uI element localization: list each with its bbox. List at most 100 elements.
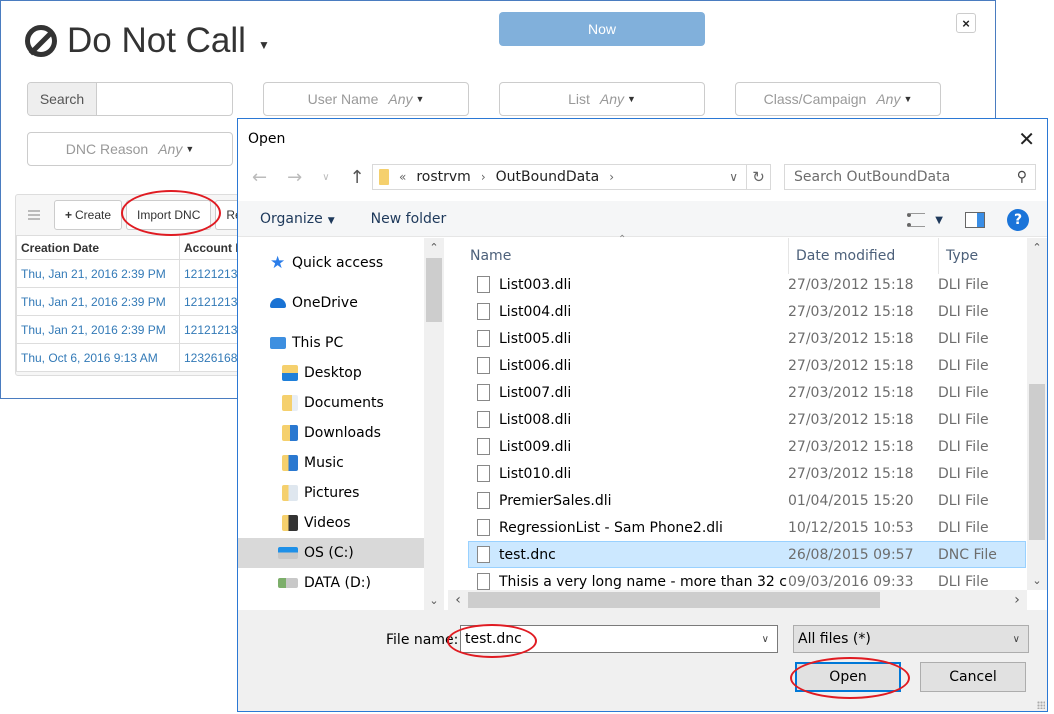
recent-locations-icon[interactable]: ∨ — [322, 172, 329, 183]
pictures-folder-icon — [282, 485, 298, 501]
column-header-name[interactable]: Name — [470, 248, 511, 264]
file-type-select[interactable]: All files (*) ∨ — [793, 625, 1029, 653]
file-row[interactable]: RegressionList - Sam Phone2.dli 10/12/201… — [468, 514, 1026, 541]
breadcrumb-outbounddata[interactable]: OutBoundData — [496, 169, 600, 185]
nav-item-this-pc[interactable]: This PC — [238, 328, 424, 358]
file-name-input[interactable]: test.dnc ∨ — [460, 625, 778, 653]
nav-item-documents[interactable]: Documents — [238, 388, 424, 418]
file-list-horizontal-scrollbar[interactable]: ‹ › — [448, 590, 1027, 610]
chevron-down-icon[interactable]: ∨ — [721, 170, 746, 184]
chevron-down-icon: ▼ — [257, 38, 270, 52]
breadcrumb-rostrvm[interactable]: rostrvm — [416, 169, 470, 185]
file-name: List003.dli — [499, 276, 572, 293]
table-row[interactable]: Thu, Oct 6, 2016 9:13 AM 12326168 — [16, 343, 254, 372]
file-row[interactable]: List006.dli 27/03/2012 15:18 DLI File — [468, 352, 1026, 379]
nav-item-videos[interactable]: Videos — [238, 508, 424, 538]
nav-item-data-d[interactable]: DATA (D:) — [238, 568, 424, 598]
details-view-icon[interactable] — [907, 213, 926, 227]
navigation-pane: ★ Quick access OneDrive This PC Desktop D… — [238, 238, 444, 610]
column-header-date-modified[interactable]: Date modified — [796, 248, 895, 264]
address-bar[interactable]: « rostrvm › OutBoundData › ∨ ↻ — [372, 164, 771, 190]
scroll-left-icon[interactable]: ‹ — [448, 592, 468, 608]
view-controls: ▼ ? — [907, 209, 1029, 231]
close-icon[interactable]: × — [956, 13, 976, 33]
nav-item-quick-access[interactable]: ★ Quick access — [238, 248, 424, 278]
help-icon[interactable]: ? — [1007, 209, 1029, 231]
chevron-down-icon[interactable]: ∨ — [762, 634, 769, 645]
scrollbar-thumb[interactable] — [426, 258, 442, 322]
scroll-up-icon[interactable]: ⌃ — [1027, 241, 1047, 254]
file-row[interactable]: List004.dli 27/03/2012 15:18 DLI File — [468, 298, 1026, 325]
file-icon — [477, 384, 490, 401]
chevron-right-icon[interactable]: › — [481, 170, 486, 184]
file-row[interactable]: List009.dli 27/03/2012 15:18 DLI File — [468, 433, 1026, 460]
nav-item-music[interactable]: Music — [238, 448, 424, 478]
file-icon — [477, 303, 490, 320]
import-dnc-button[interactable]: Import DNC — [126, 200, 212, 230]
search-input[interactable] — [97, 83, 232, 115]
close-icon[interactable]: ✕ — [1018, 127, 1035, 151]
caret-down-icon[interactable]: ▼ — [935, 215, 943, 226]
column-divider — [938, 238, 939, 274]
filter-user-name[interactable]: User Name Any ▼ — [263, 82, 469, 116]
file-row[interactable]: List005.dli 27/03/2012 15:18 DLI File — [468, 325, 1026, 352]
open-button[interactable]: Open — [795, 662, 901, 692]
forward-arrow-icon[interactable]: → — [287, 167, 302, 188]
cell-creation-date[interactable]: Thu, Jan 21, 2016 2:39 PM — [16, 287, 180, 316]
cloud-icon — [270, 298, 286, 308]
refresh-icon[interactable]: ↻ — [746, 165, 770, 189]
table-row[interactable]: Thu, Jan 21, 2016 2:39 PM 12121213 — [16, 315, 254, 344]
organize-button[interactable]: Organize ▼ — [260, 211, 335, 227]
scroll-up-icon[interactable]: ⌃ — [424, 241, 444, 254]
create-button[interactable]: + Create — [54, 200, 123, 230]
file-row[interactable]: test.dnc 26/08/2015 09:57 DNC File — [468, 541, 1026, 568]
file-row[interactable]: List008.dli 27/03/2012 15:18 DLI File — [468, 406, 1026, 433]
filter-dnc-reason[interactable]: DNC Reason Any ▼ — [27, 132, 233, 166]
column-header-type[interactable]: Type — [946, 248, 978, 264]
nav-item-pictures[interactable]: Pictures — [238, 478, 424, 508]
page-title[interactable]: Do Not Call ▼ — [25, 21, 270, 61]
file-row[interactable]: PremierSales.dli 01/04/2015 15:20 DLI File — [468, 487, 1026, 514]
file-row[interactable]: List007.dli 27/03/2012 15:18 DLI File — [468, 379, 1026, 406]
file-icon — [477, 411, 490, 428]
scroll-down-icon[interactable]: ⌄ — [1027, 574, 1047, 587]
filter-class-campaign[interactable]: Class/Campaign Any ▼ — [735, 82, 941, 116]
file-type: DLI File — [938, 357, 989, 374]
table-row[interactable]: Thu, Jan 21, 2016 2:39 PM 12121213 — [16, 287, 254, 316]
table-row[interactable]: Thu, Jan 21, 2016 2:39 PM 12121213 — [16, 259, 254, 288]
breadcrumb-overflow[interactable]: « — [399, 170, 406, 184]
cell-creation-date[interactable]: Thu, Jan 21, 2016 2:39 PM — [16, 259, 180, 288]
file-icon — [477, 276, 490, 293]
search-input[interactable]: Search OutBoundData ⚲ — [784, 164, 1036, 190]
chevron-right-icon[interactable]: › — [609, 170, 614, 184]
new-folder-button[interactable]: New folder — [371, 211, 447, 227]
resize-grip[interactable] — [1037, 701, 1045, 709]
nav-item-onedrive[interactable]: OneDrive — [238, 288, 424, 318]
now-button[interactable]: Now — [499, 12, 705, 46]
file-type: DLI File — [938, 303, 989, 320]
nav-item-os-c[interactable]: OS (C:) — [238, 538, 424, 568]
up-arrow-icon[interactable]: ↑ — [350, 167, 365, 188]
column-header-creation-date[interactable]: Creation Date — [16, 235, 180, 260]
file-date-modified: 27/03/2012 15:18 — [788, 303, 914, 320]
scrollbar-thumb[interactable] — [468, 592, 880, 608]
cancel-button[interactable]: Cancel — [920, 662, 1026, 692]
back-arrow-icon[interactable]: ← — [252, 167, 267, 188]
file-row[interactable]: List003.dli 27/03/2012 15:18 DLI File — [468, 271, 1026, 298]
preview-pane-icon[interactable] — [965, 212, 985, 228]
scroll-right-icon[interactable]: › — [1007, 592, 1027, 608]
cell-creation-date[interactable]: Thu, Oct 6, 2016 9:13 AM — [16, 343, 180, 372]
file-row[interactable]: List010.dli 27/03/2012 15:18 DLI File — [468, 460, 1026, 487]
filter-list[interactable]: List Any ▼ — [499, 82, 705, 116]
file-list-vertical-scrollbar[interactable]: ⌃ ⌄ — [1027, 238, 1047, 590]
nav-scrollbar[interactable]: ⌃ ⌄ — [424, 238, 444, 610]
scrollbar-thumb[interactable] — [1029, 384, 1045, 540]
file-icon — [477, 330, 490, 347]
cell-creation-date[interactable]: Thu, Jan 21, 2016 2:39 PM — [16, 315, 180, 344]
nav-item-desktop[interactable]: Desktop — [238, 358, 424, 388]
scroll-down-icon[interactable]: ⌄ — [424, 594, 444, 607]
file-name: List009.dli — [499, 438, 572, 455]
caret-down-icon: ▼ — [327, 215, 335, 226]
menu-icon[interactable] — [28, 210, 40, 220]
nav-item-downloads[interactable]: Downloads — [238, 418, 424, 448]
